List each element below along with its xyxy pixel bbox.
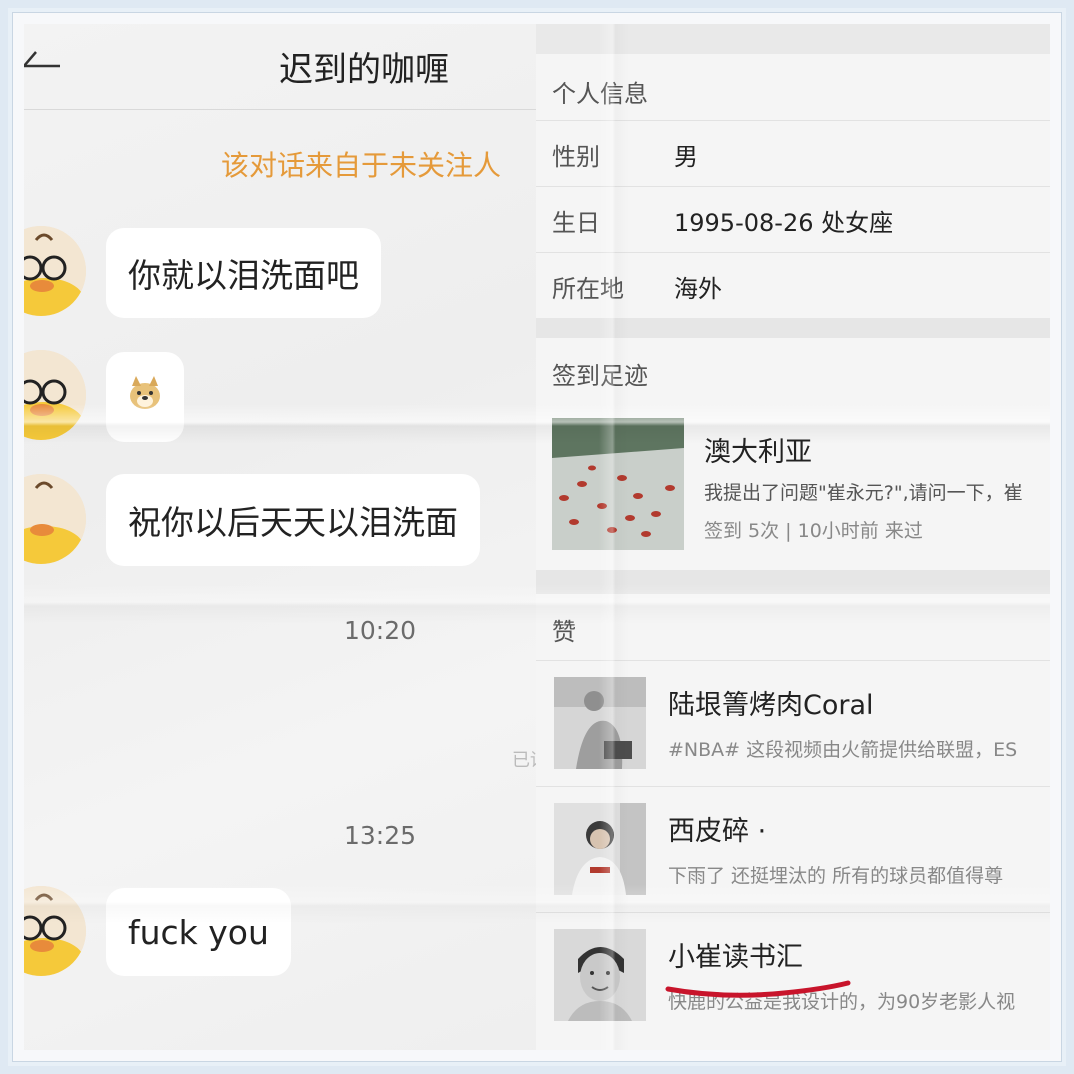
- unfollowed-notice: 该对话来自于未关注人: [221, 149, 502, 182]
- read-status: 已读: [512, 750, 536, 771]
- timestamp: 13:25: [344, 821, 417, 850]
- info-label: 生日: [552, 209, 600, 237]
- info-value: 男: [674, 143, 698, 171]
- liked-post[interactable]: 陆垠箐烤肉Coral #NBA# 这段视频由火箭提供给联盟，ES: [536, 660, 1050, 786]
- timestamp: 10:20: [344, 616, 417, 645]
- section-title: 签到足迹: [552, 362, 648, 390]
- emoji-bubble[interactable]: [106, 352, 184, 442]
- info-value: 1995-08-26 处女座: [674, 209, 894, 237]
- section-title: 个人信息: [552, 80, 648, 108]
- message-text: fuck you: [128, 912, 269, 952]
- section-gap: [536, 570, 1050, 594]
- liked-post-author: 陆垠箐烤肉Coral: [668, 690, 874, 721]
- info-label: 所在地: [552, 275, 624, 303]
- liked-post-text: #NBA# 这段视频由火箭提供给联盟，ES: [668, 739, 1018, 761]
- message-text: 你就以泪洗面吧: [128, 256, 359, 295]
- liked-post-text: 下雨了 还挺埋汰的 所有的球员都值得尊: [668, 865, 1004, 887]
- chat-panel: 迟到的咖喱 该对话来自于未关注人 你就以泪洗面吧 祝你以后天天以泪洗面 10:2…: [24, 24, 536, 1050]
- avatar[interactable]: [24, 886, 86, 976]
- info-row-location: 所在地 海外: [536, 252, 1050, 318]
- chat-title: 迟到的咖喱: [279, 50, 449, 90]
- liked-post[interactable]: 西皮碎 · 下雨了 还挺埋汰的 所有的球员都值得尊: [536, 786, 1050, 912]
- info-row-birthday: 生日 1995-08-26 处女座: [536, 186, 1050, 252]
- message-bubble[interactable]: 你就以泪洗面吧: [106, 228, 381, 318]
- info-row-gender: 性别 男: [536, 120, 1050, 186]
- message-bubble[interactable]: 祝你以后天天以泪洗面: [106, 474, 480, 566]
- liked-post[interactable]: 小崔读书汇 快鹿的公益是我设计的，为90岁老影人视: [536, 912, 1050, 1038]
- section-title: 赞: [552, 618, 576, 646]
- info-value: 海外: [674, 275, 722, 303]
- personal-info-section: 个人信息 性别 男 生日 1995-08-26 处女座 所在地 海外: [536, 54, 1050, 318]
- message-bubble[interactable]: fuck you: [106, 888, 291, 976]
- top-strip: [536, 24, 1050, 54]
- profile-panel: 个人信息 性别 男 生日 1995-08-26 处女座 所在地 海外 签到足迹: [536, 24, 1050, 1050]
- liked-post-author: 西皮碎 ·: [668, 816, 767, 847]
- liked-post-thumbnail: [554, 803, 646, 895]
- doge-emoji-icon: [126, 374, 164, 420]
- checkin-section[interactable]: 签到足迹 澳大利亚 我提出了问题"崔永元?",请问一下，崔 签到 5次 | 10…: [536, 338, 1050, 570]
- checkin-meta: 签到 5次 | 10小时前 来过: [704, 520, 923, 542]
- liked-post-text: 快鹿的公益是我设计的，为90岁老影人视: [668, 991, 1016, 1013]
- chat-header: 迟到的咖喱: [24, 24, 536, 110]
- avatar[interactable]: [24, 474, 86, 564]
- liked-post-author: 小崔读书汇: [668, 942, 803, 973]
- checkin-description: 我提出了问题"崔永元?",请问一下，崔: [704, 482, 1023, 504]
- back-arrow-icon[interactable]: [24, 46, 64, 86]
- checkin-photo[interactable]: [552, 418, 684, 550]
- likes-section: 赞 陆垠箐烤肉Coral #NBA# 这段视频由火箭提供给联盟，ES 西皮碎 ·…: [536, 594, 1050, 1050]
- checkin-place: 澳大利亚: [704, 437, 812, 468]
- liked-post-thumbnail: [554, 677, 646, 769]
- avatar[interactable]: [24, 350, 86, 440]
- liked-post-thumbnail: [554, 929, 646, 1021]
- info-label: 性别: [552, 143, 600, 171]
- collage-paper: 迟到的咖喱 该对话来自于未关注人 你就以泪洗面吧 祝你以后天天以泪洗面 10:2…: [24, 24, 1050, 1050]
- avatar[interactable]: [24, 226, 86, 316]
- section-gap: [536, 318, 1050, 338]
- message-text: 祝你以后天天以泪洗面: [128, 503, 458, 542]
